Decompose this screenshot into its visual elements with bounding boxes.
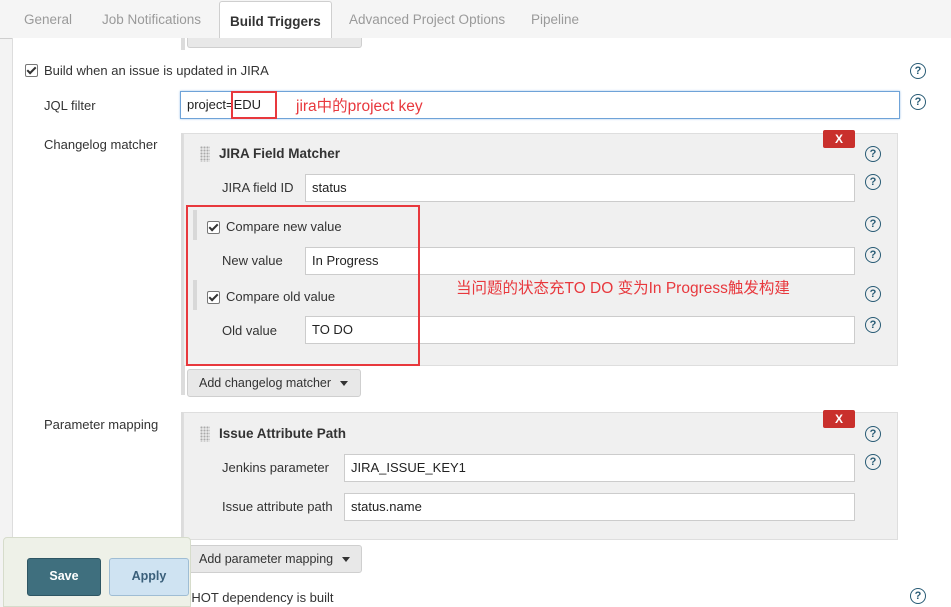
annotation-highlight-box: [186, 205, 420, 366]
jira-field-matcher-title: JIRA Field Matcher: [219, 146, 341, 161]
help-question-icon[interactable]: ?: [865, 216, 881, 232]
drag-handle-icon[interactable]: [200, 146, 210, 162]
save-bar: Save Apply: [3, 537, 191, 607]
clipped-dropdown-button[interactable]: [187, 38, 362, 48]
jql-filter-label: JQL filter: [44, 98, 96, 113]
jira-trigger-checkbox[interactable]: [25, 64, 38, 77]
save-button[interactable]: Save: [27, 558, 101, 596]
parameter-mapping-label: Parameter mapping: [44, 417, 159, 432]
remove-field-matcher-button[interactable]: X: [823, 130, 855, 148]
help-question-icon[interactable]: ?: [910, 63, 926, 79]
help-question-icon[interactable]: ?: [865, 247, 881, 263]
add-changelog-matcher-button[interactable]: Add changelog matcher: [187, 369, 361, 397]
jira-field-id-label: JIRA field ID: [222, 180, 294, 195]
issue-attribute-path-input[interactable]: status.name: [344, 493, 855, 521]
jira-trigger-label: Build when an issue is updated in JIRA: [44, 63, 269, 78]
drag-handle-icon[interactable]: [200, 426, 210, 442]
tab-job-notifications[interactable]: Job Notifications: [102, 0, 201, 38]
help-question-icon[interactable]: ?: [910, 588, 926, 604]
issue-attribute-path-label: Issue attribute path: [222, 499, 333, 514]
jql-filter-input[interactable]: project=EDU: [180, 91, 900, 119]
caret-down-icon: [342, 557, 351, 563]
tab-build-triggers[interactable]: Build Triggers: [219, 1, 332, 41]
add-changelog-matcher-label: Add changelog matcher: [199, 376, 332, 390]
tab-bar: General Job Notifications Build Triggers…: [0, 0, 951, 41]
help-question-icon[interactable]: ?: [865, 317, 881, 333]
jira-field-id-input[interactable]: status: [305, 174, 855, 202]
annotation-highlight-box: [231, 91, 277, 119]
tab-pipeline[interactable]: Pipeline: [531, 0, 579, 38]
issue-attribute-path-title: Issue Attribute Path: [219, 426, 347, 441]
remove-parameter-mapping-button[interactable]: X: [823, 410, 855, 428]
tab-advanced-project-options[interactable]: Advanced Project Options: [349, 0, 505, 38]
help-question-icon[interactable]: ?: [865, 174, 881, 190]
jenkins-parameter-label: Jenkins parameter: [222, 460, 329, 475]
help-question-icon[interactable]: ?: [865, 454, 881, 470]
help-question-icon[interactable]: ?: [865, 286, 881, 302]
add-parameter-mapping-button[interactable]: Add parameter mapping: [187, 545, 362, 573]
add-parameter-mapping-label: Add parameter mapping: [199, 552, 334, 566]
annotation-status-note: 当问题的状态充TO DO 变为In Progress触发构建: [456, 280, 790, 297]
changelog-matcher-label: Changelog matcher: [44, 137, 158, 152]
help-question-icon[interactable]: ?: [865, 426, 881, 442]
annotation-project-key-note: jira中的project key: [296, 98, 423, 115]
jenkins-parameter-input[interactable]: JIRA_ISSUE_KEY1: [344, 454, 855, 482]
apply-button[interactable]: Apply: [109, 558, 189, 596]
help-question-icon[interactable]: ?: [865, 146, 881, 162]
section-rule: [181, 38, 185, 50]
tab-general[interactable]: General: [24, 0, 72, 38]
caret-down-icon: [340, 381, 349, 387]
help-question-icon[interactable]: ?: [910, 94, 926, 110]
